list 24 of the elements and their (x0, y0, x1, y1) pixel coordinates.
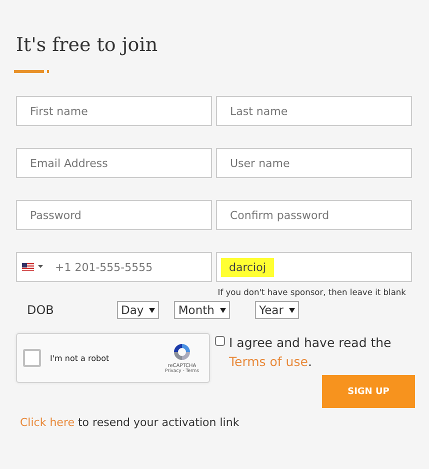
input-field[interactable]: Email Address (16, 148, 212, 178)
sponsor-field[interactable]: darcioj (216, 252, 412, 282)
input-field[interactable]: First name (16, 96, 212, 126)
input-field[interactable]: Last name (216, 96, 412, 126)
agree-checkbox[interactable] (215, 336, 225, 346)
input-field[interactable]: Password (16, 200, 212, 230)
captcha-checkbox[interactable] (23, 349, 41, 367)
caret-icon (289, 308, 296, 314)
agree-text: I agree and have read the Terms of use. (229, 334, 392, 371)
dropdown[interactable]: Day (117, 301, 160, 319)
input-field[interactable]: User name (216, 148, 412, 178)
input-field[interactable]: Confirm password (216, 200, 412, 230)
dropdown[interactable]: Month (174, 301, 230, 319)
dob-label: DOB (26, 303, 55, 317)
dropdown[interactable]: Year (255, 301, 300, 319)
phone-field[interactable]: +1 201-555-5555 (16, 252, 212, 282)
caret-icon (149, 308, 156, 314)
captcha-label: I'm not a robot (50, 354, 110, 362)
page-title: It's free to join (16, 34, 159, 58)
title-underline (14, 70, 50, 73)
recaptcha-logo-icon (172, 342, 192, 362)
caret-icon (220, 308, 226, 314)
hint-text: If you don't have sponsor, then leave it blank (218, 287, 406, 297)
resend-text: Click here to resend your activation link (19, 416, 240, 429)
